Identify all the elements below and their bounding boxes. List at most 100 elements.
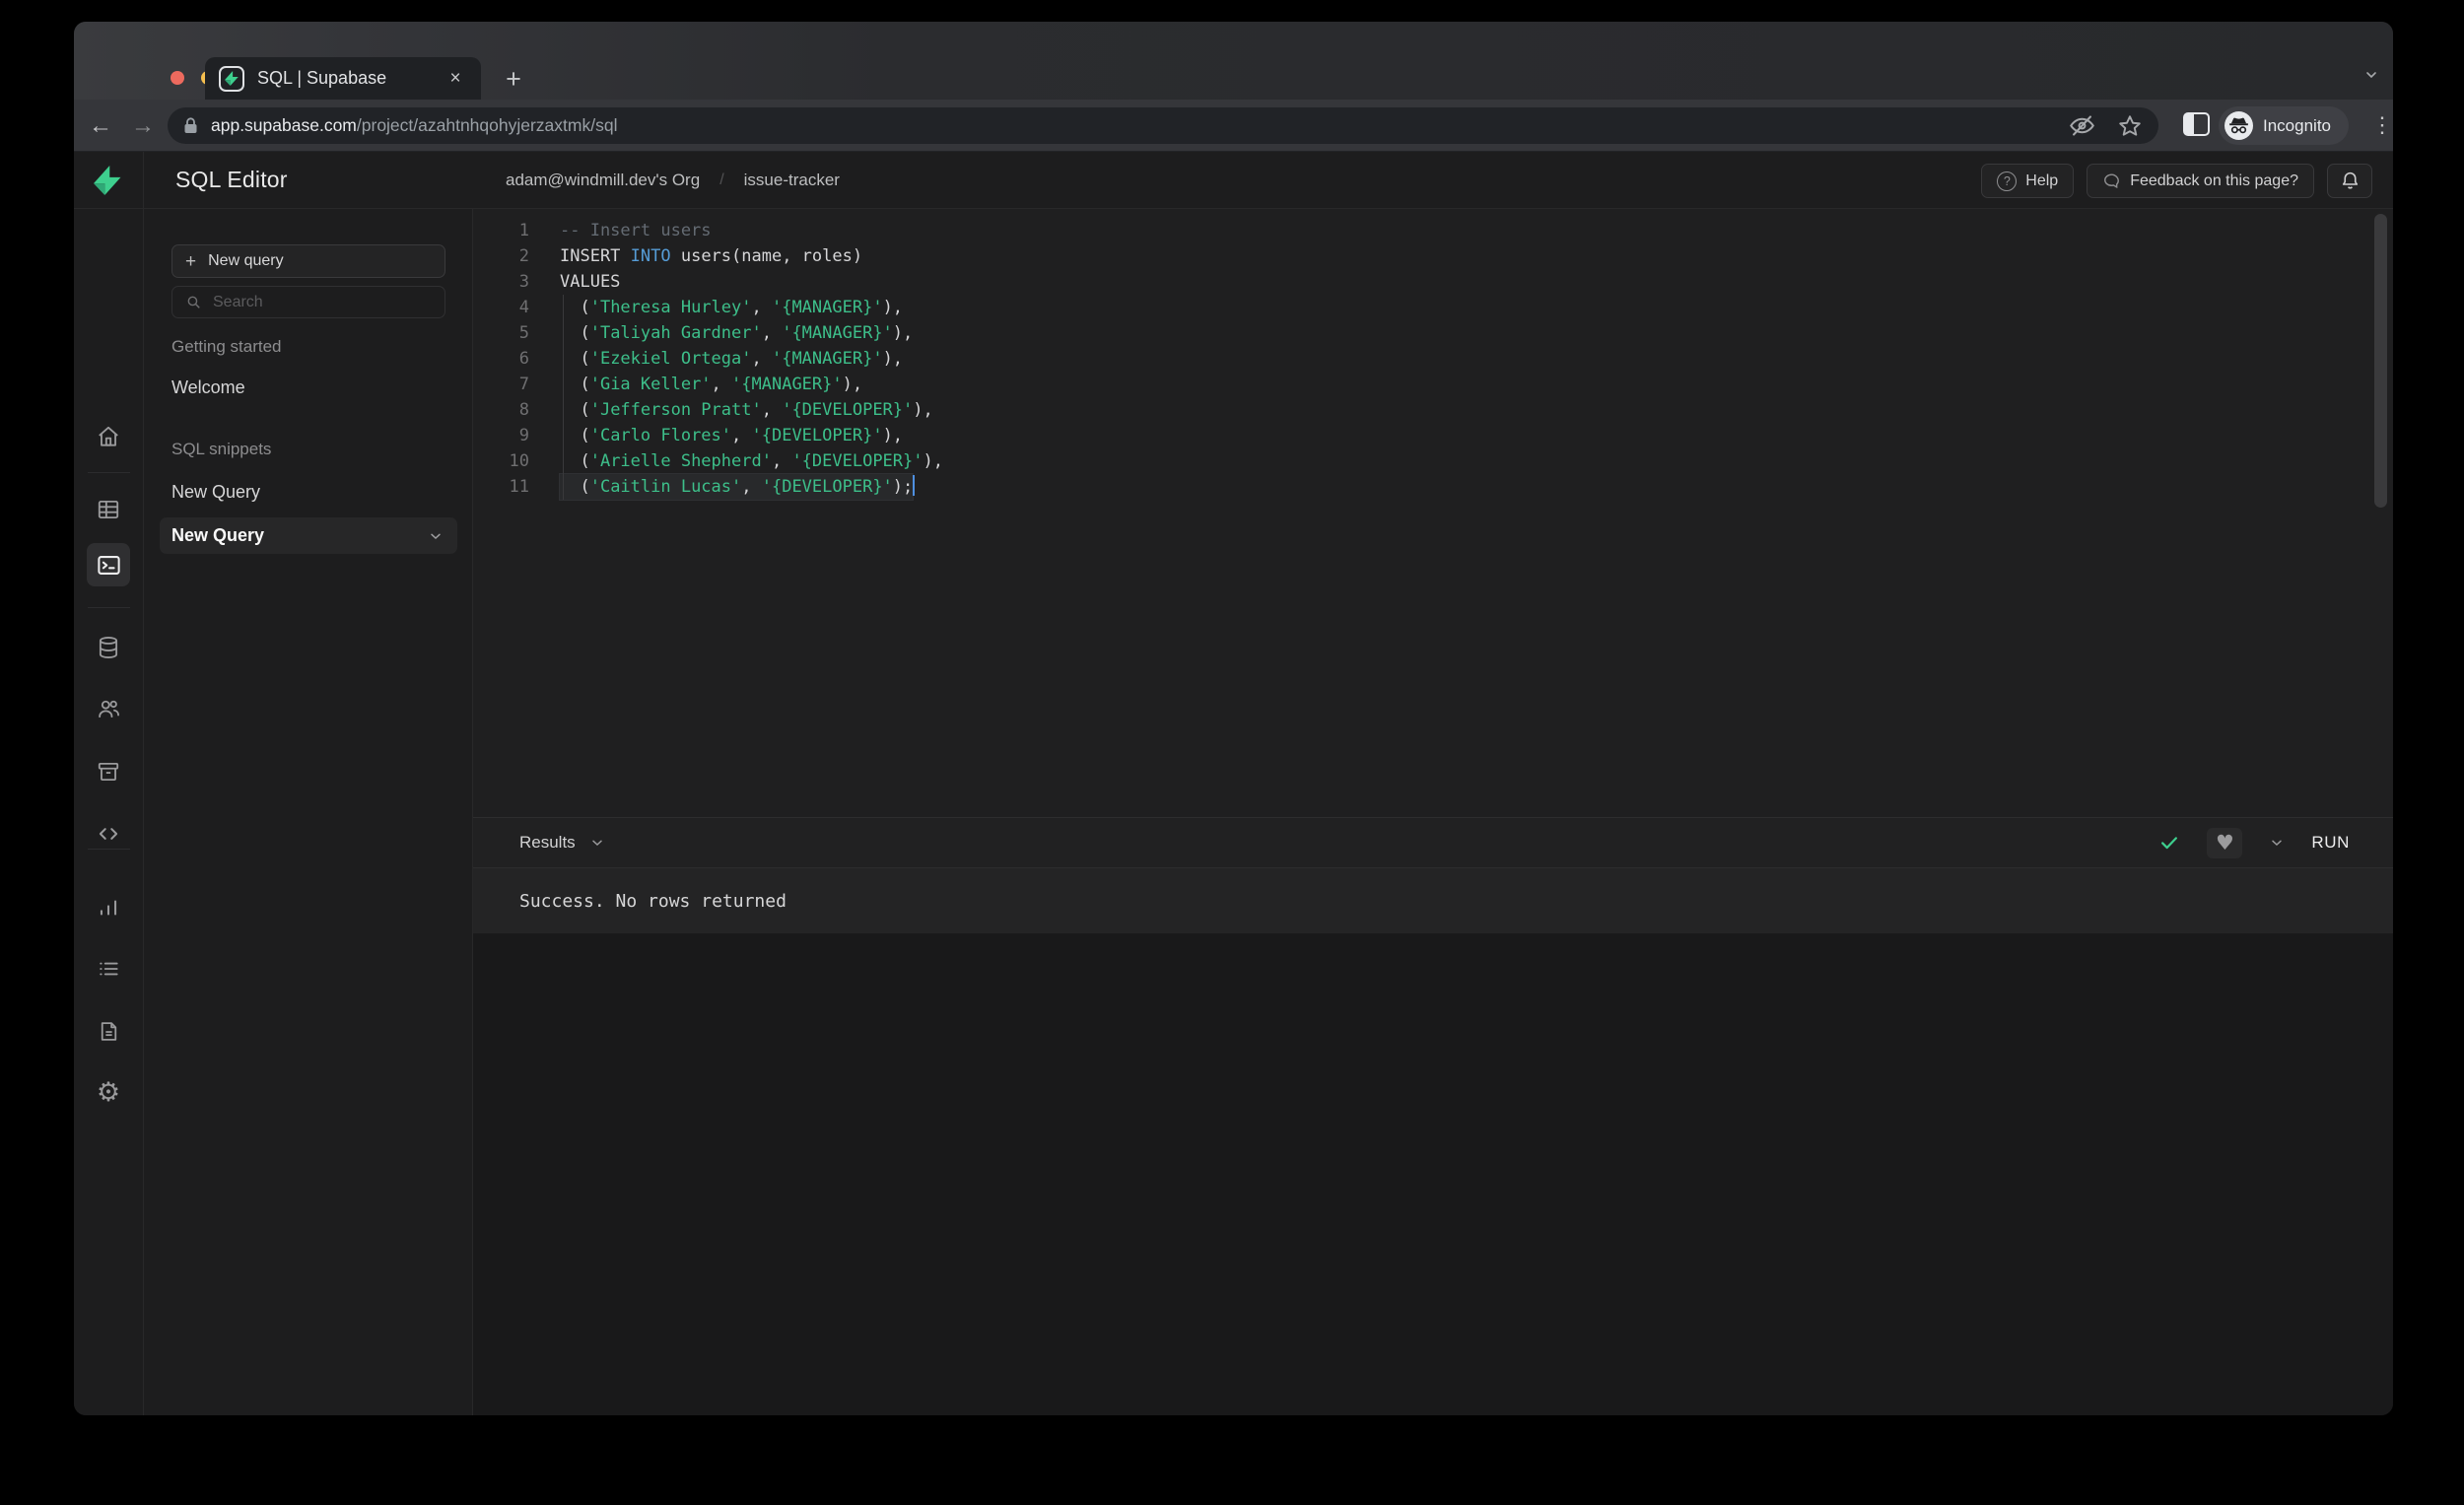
- line-number: 3: [518, 272, 529, 292]
- search-icon: [185, 294, 202, 310]
- sidebar-item-logs[interactable]: [87, 947, 130, 991]
- code-line[interactable]: 6 ('Ezekiel Ortega', '{MANAGER}'),: [473, 346, 2393, 372]
- breadcrumb-project[interactable]: issue-tracker: [744, 171, 840, 190]
- tab-title: SQL | Supabase: [257, 68, 387, 88]
- bell-icon: [2340, 171, 2361, 191]
- sidebar-item-new-query-active[interactable]: New Query: [160, 517, 457, 554]
- breadcrumb-org[interactable]: adam@windmill.dev's Org: [506, 171, 700, 190]
- code-text: ('Theresa Hurley', '{MANAGER}'),: [560, 298, 904, 317]
- results-panel: Success. No rows returned: [473, 868, 2393, 933]
- line-number: 1: [518, 221, 529, 240]
- speech-bubble-icon: [2102, 171, 2121, 190]
- app-header: SQL Editor adam@windmill.dev's Org / iss…: [74, 152, 2393, 209]
- section-getting-started: Getting started: [171, 337, 282, 356]
- browser-tab-strip: SQL | Supabase × +: [74, 22, 2393, 100]
- content-background: [473, 933, 2393, 1415]
- rail-divider: [88, 607, 130, 608]
- rail-divider: [88, 849, 130, 850]
- code-lines: 1 -- Insert users 2 INSERT INTO users(name,…: [473, 218, 2393, 500]
- favorite-button[interactable]: ♥: [2207, 827, 2243, 858]
- sidebar-item-storage[interactable]: [87, 750, 130, 793]
- sidebar-item-sql-editor[interactable]: [87, 543, 130, 586]
- browser-toolbar: ← → ↻ app.supabase.com /project/azahtnhq…: [74, 100, 2393, 152]
- code-line[interactable]: 1 -- Insert users: [473, 218, 2393, 243]
- sidebar-item-database[interactable]: [87, 626, 130, 669]
- code-text: ('Caitlin Lucas', '{DEVELOPER}');: [560, 474, 916, 500]
- code-line[interactable]: 7 ('Gia Keller', '{MANAGER}'),: [473, 372, 2393, 397]
- breadcrumb: adam@windmill.dev's Org / issue-tracker: [506, 152, 840, 209]
- help-circle-icon: ?: [1997, 171, 2018, 191]
- close-window-button[interactable]: [171, 71, 184, 85]
- sql-code-editor[interactable]: 1 -- Insert users 2 INSERT INTO users(name,…: [473, 209, 2393, 817]
- code-text: ('Taliyah Gardner', '{MANAGER}'),: [560, 323, 914, 343]
- code-text: INSERT INTO users(name, roles): [560, 246, 863, 266]
- screen: SQL | Supabase × + ← → ↻ app.supabase.co…: [0, 0, 2464, 1505]
- help-label: Help: [2025, 171, 2059, 189]
- incognito-label: Incognito: [2263, 115, 2331, 135]
- url-path: /project/azahtnhqohyjerzaxtmk/sql: [356, 115, 618, 135]
- sidebar-item-reports[interactable]: [87, 886, 130, 929]
- indent-guide: [563, 295, 564, 500]
- sidebar-item-new-query[interactable]: New Query: [171, 482, 260, 503]
- results-dropdown[interactable]: Results: [519, 833, 605, 853]
- code-line[interactable]: 11 ('Caitlin Lucas', '{DEVELOPER}');: [473, 474, 2393, 500]
- line-number: 7: [518, 375, 529, 394]
- supabase-favicon-icon: [219, 65, 244, 92]
- eye-off-icon[interactable]: [2069, 112, 2095, 139]
- sidebar-item-welcome[interactable]: Welcome: [171, 377, 245, 398]
- code-line[interactable]: 9 ('Carlo Flores', '{DEVELOPER}'),: [473, 423, 2393, 448]
- chevron-down-icon[interactable]: [2269, 835, 2285, 851]
- line-number: 8: [518, 400, 529, 420]
- code-line[interactable]: 2 INSERT INTO users(name, roles): [473, 243, 2393, 269]
- notifications-button[interactable]: [2327, 164, 2372, 198]
- section-sql-snippets: SQL snippets: [171, 440, 272, 458]
- code-line[interactable]: 5 ('Taliyah Gardner', '{MANAGER}'),: [473, 320, 2393, 346]
- sidebar-item-authentication[interactable]: [87, 687, 130, 730]
- address-bar[interactable]: app.supabase.com /project/azahtnhqohyjer…: [168, 107, 2158, 144]
- lock-icon: [183, 117, 198, 134]
- browser-window: SQL | Supabase × + ← → ↻ app.supabase.co…: [74, 22, 2393, 1415]
- gear-icon: ⚙: [96, 1076, 121, 1108]
- overflow-menu-icon[interactable]: ⋮: [2368, 109, 2393, 141]
- code-line[interactable]: 3 VALUES: [473, 269, 2393, 295]
- line-number: 9: [518, 426, 529, 445]
- side-panel-icon[interactable]: [2183, 112, 2210, 136]
- line-number: 2: [518, 246, 529, 266]
- search-input[interactable]: [213, 293, 432, 311]
- code-text: ('Ezekiel Ortega', '{MANAGER}'),: [560, 349, 904, 369]
- new-tab-button[interactable]: +: [496, 61, 531, 97]
- sidebar-item-home[interactable]: [87, 415, 130, 458]
- tab-search-chevron-icon[interactable]: [2363, 67, 2379, 83]
- line-number: 11: [509, 477, 529, 497]
- results-actions: ♥ RUN: [2158, 818, 2350, 867]
- results-label: Results: [519, 833, 576, 852]
- text-cursor: [913, 475, 916, 496]
- feedback-button[interactable]: Feedback on this page?: [2087, 164, 2314, 198]
- feedback-label: Feedback on this page?: [2130, 171, 2298, 189]
- sidebar-item-table-editor[interactable]: [87, 488, 130, 531]
- code-line[interactable]: 4 ('Theresa Hurley', '{MANAGER}'),: [473, 295, 2393, 320]
- browser-tab[interactable]: SQL | Supabase ×: [205, 57, 481, 100]
- new-query-label: New query: [208, 252, 284, 269]
- code-line[interactable]: 8 ('Jefferson Pratt', '{DEVELOPER}'),: [473, 397, 2393, 423]
- code-text: ('Carlo Flores', '{DEVELOPER}'),: [560, 426, 904, 445]
- sidebar-item-settings[interactable]: ⚙: [87, 1070, 130, 1114]
- line-number: 10: [509, 451, 529, 471]
- bookmark-star-icon[interactable]: [2117, 113, 2143, 139]
- supabase-logo[interactable]: [74, 152, 144, 209]
- page-title: SQL Editor: [175, 167, 288, 192]
- help-button[interactable]: ? Help: [1981, 164, 2075, 198]
- chevron-down-icon[interactable]: [428, 528, 444, 544]
- back-icon[interactable]: ←: [84, 110, 117, 142]
- forward-icon[interactable]: →: [126, 110, 160, 142]
- new-query-button[interactable]: + New query: [171, 244, 445, 278]
- tab-close-icon[interactable]: ×: [444, 68, 467, 90]
- code-line[interactable]: 10 ('Arielle Shepherd', '{DEVELOPER}'),: [473, 448, 2393, 474]
- breadcrumb-separator: /: [719, 171, 724, 188]
- code-text: ('Jefferson Pratt', '{DEVELOPER}'),: [560, 400, 933, 420]
- results-toolbar: Results ♥ RUN: [473, 817, 2393, 868]
- run-button[interactable]: RUN: [2311, 833, 2350, 853]
- editor-scrollbar[interactable]: [2374, 214, 2387, 508]
- sidebar-item-api-docs[interactable]: [87, 1009, 130, 1053]
- success-message: Success. No rows returned: [519, 890, 787, 912]
